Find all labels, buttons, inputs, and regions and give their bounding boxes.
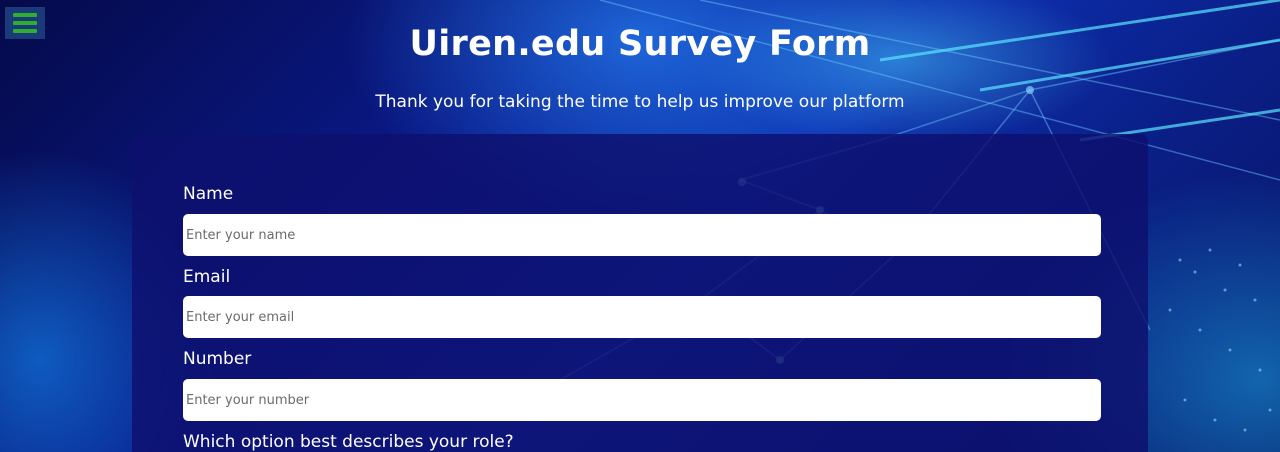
email-input[interactable]: [183, 296, 1101, 338]
number-input[interactable]: [183, 379, 1101, 421]
hamburger-menu-icon-bar: [13, 13, 37, 17]
email-label: Email: [183, 267, 231, 287]
role-question-label: Which option best describes your role?: [183, 432, 514, 452]
name-input[interactable]: [183, 214, 1101, 256]
survey-form: Name Email Number Which option best desc…: [132, 134, 1148, 452]
page-title: Uiren.edu Survey Form: [409, 24, 871, 64]
number-label: Number: [183, 349, 252, 369]
page-subtitle: Thank you for taking the time to help us…: [375, 92, 905, 112]
name-label: Name: [183, 184, 234, 204]
